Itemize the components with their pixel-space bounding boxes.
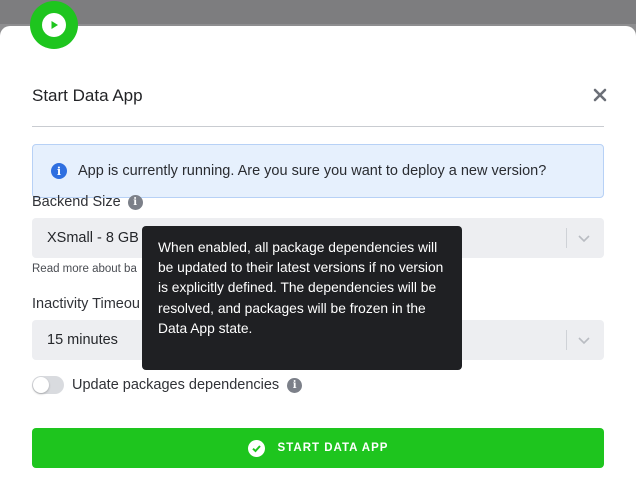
running-alert: i App is currently running. Are you sure… — [32, 144, 604, 198]
start-data-app-button[interactable]: START DATA APP — [32, 428, 604, 468]
start-data-app-button-label: START DATA APP — [277, 442, 389, 454]
backend-size-label: Backend Size i — [32, 194, 143, 210]
select-separator — [566, 330, 567, 350]
toggle-knob — [33, 377, 49, 393]
alert-text: App is currently running. Are you sure y… — [78, 163, 547, 179]
header-divider — [32, 126, 604, 127]
chevron-down-icon[interactable] — [576, 230, 592, 246]
start-data-app-modal: Start Data App i App is currently runnin… — [0, 26, 636, 499]
backend-size-value: XSmall - 8 GB — [47, 230, 139, 246]
backend-size-hint[interactable]: Read more about ba — [32, 263, 137, 275]
dependencies-tooltip: When enabled, all package dependencies w… — [142, 226, 462, 370]
play-icon — [30, 1, 78, 49]
background-header — [0, 0, 636, 24]
inactivity-timeout-label-text: Inactivity Timeou — [32, 296, 140, 312]
chevron-down-icon[interactable] — [576, 332, 592, 348]
update-dependencies-row: Update packages dependencies i — [32, 376, 303, 394]
info-icon: i — [51, 163, 67, 179]
inactivity-timeout-label: Inactivity Timeou — [32, 296, 140, 312]
help-icon[interactable]: i — [287, 377, 303, 393]
close-icon[interactable] — [590, 85, 610, 105]
help-icon[interactable]: i — [127, 194, 143, 210]
modal-title: Start Data App — [32, 86, 143, 105]
backend-size-label-text: Backend Size — [32, 194, 121, 210]
check-circle-icon — [247, 439, 265, 457]
update-dependencies-toggle[interactable] — [32, 376, 64, 394]
inactivity-timeout-value: 15 minutes — [47, 332, 118, 348]
update-dependencies-label[interactable]: Update packages dependencies — [72, 377, 279, 393]
select-separator — [566, 228, 567, 248]
